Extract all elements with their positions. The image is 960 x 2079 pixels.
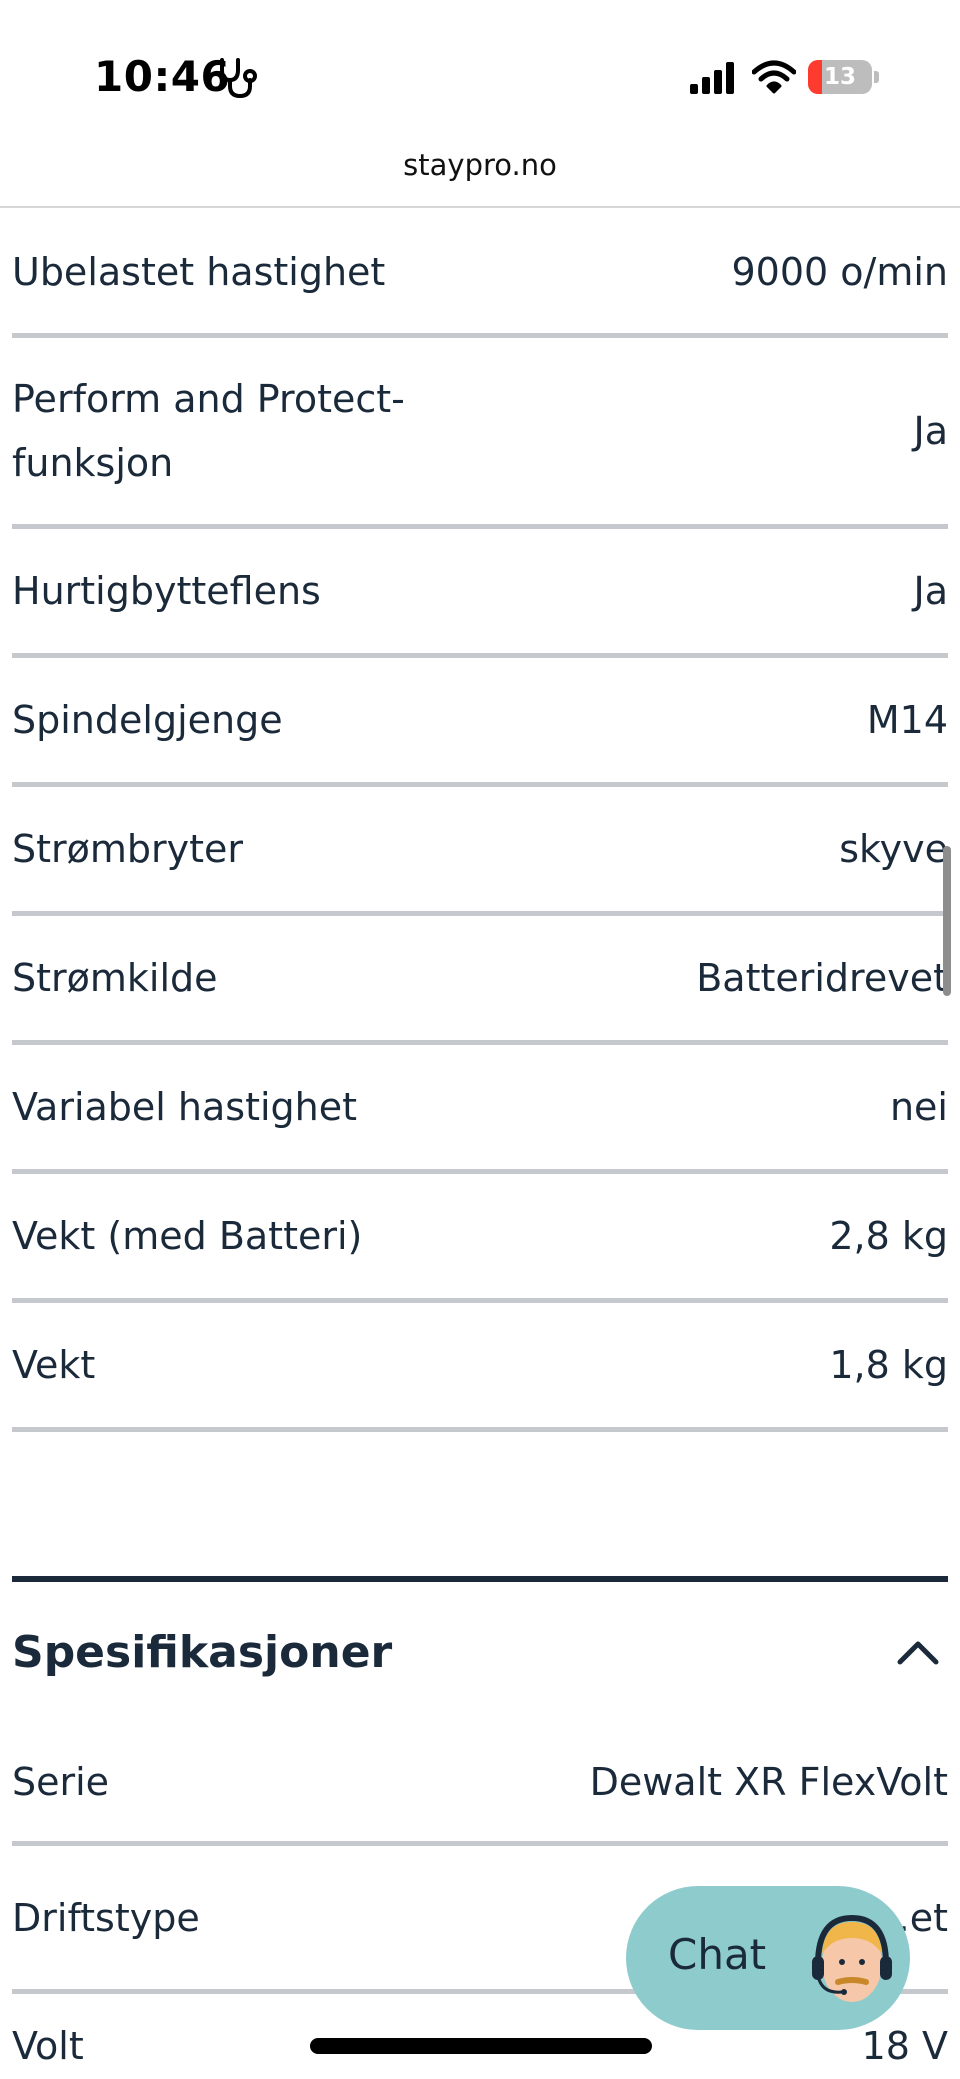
spec-label: Serie — [12, 1759, 110, 1804]
url-text: staypro.no — [403, 148, 557, 182]
spec-label: Hurtigbytteflens — [12, 569, 321, 613]
spec-label: Ubelastet hastighet — [12, 249, 386, 294]
spec-row: Variabel hastighet nei — [12, 1045, 948, 1174]
url-bar[interactable]: staypro.no — [0, 140, 960, 208]
spec-row: Hurtigbytteflens Ja — [12, 529, 948, 658]
page: 10:46 13 staypro.no Ubelastet hastighet … — [0, 0, 960, 2079]
spec-table: Ubelastet hastighet 9000 o/min Perform a… — [12, 210, 948, 1432]
cellular-signal-icon — [690, 62, 734, 94]
spec-value: 18 V — [861, 2024, 948, 2068]
wifi-icon — [752, 60, 796, 94]
spec-label: Vekt (med Batteri) — [12, 1214, 363, 1258]
spec-label: Volt — [12, 2024, 84, 2068]
spec-row: Vekt (med Batteri) 2,8 kg — [12, 1174, 948, 1303]
spec-label: Variabel hastighet — [12, 1085, 358, 1129]
spec-value: nei — [889, 1085, 948, 1129]
collapse-button[interactable] — [888, 1622, 948, 1682]
spec-value: Batteridrevet — [696, 956, 948, 1000]
spec-label: Driftstype — [12, 1895, 200, 1940]
spec-value: Ja — [913, 409, 949, 453]
status-time: 10:46 — [94, 52, 231, 101]
spec-row: Strømkilde Batteridrevet — [12, 916, 948, 1045]
spec-row: Strømbryter skyve — [12, 787, 948, 916]
section-title: Spesifikasjoner — [12, 1626, 393, 1678]
spec-value: 1,8 kg — [829, 1343, 948, 1387]
spec-label: Strømbryter — [12, 827, 244, 871]
spec-value: Ja — [913, 569, 949, 613]
chat-label: Chat — [668, 1930, 767, 1979]
section-header[interactable]: Spesifikasjoner — [12, 1582, 948, 1722]
spec-label: Strømkilde — [12, 956, 218, 1000]
battery-level: 13 — [823, 64, 856, 90]
spec-row: Vekt 1,8 kg — [12, 1303, 948, 1432]
spec-row: Ubelastet hastighet 9000 o/min — [12, 210, 948, 338]
support-agent-avatar-icon — [812, 1914, 892, 2002]
status-bar: 10:46 13 — [0, 0, 960, 140]
spec-row: Perform and Protect-funksjon Ja — [12, 338, 948, 529]
stethoscope-icon — [220, 58, 257, 99]
chat-button[interactable]: Chat — [626, 1886, 910, 2030]
spec-label: Perform and Protect-funksjon — [12, 377, 405, 485]
chevron-up-icon — [897, 1641, 939, 1665]
spec-label: Spindelgjenge — [12, 698, 283, 742]
scrollbar-thumb[interactable] — [943, 846, 951, 996]
spec-value: M14 — [866, 698, 948, 742]
spec-value: 9000 o/min — [731, 249, 949, 294]
spec-row: Spindelgjenge M14 — [12, 658, 948, 787]
battery-icon: 13 — [808, 60, 879, 94]
spec-label: Vekt — [12, 1343, 96, 1387]
spec-value: skyve — [839, 827, 948, 871]
home-indicator — [310, 2038, 652, 2054]
spec-value: 2,8 kg — [829, 1214, 948, 1258]
spec-value: Dewalt XR FlexVolt — [589, 1759, 948, 1804]
spec-row: Serie Dewalt XR FlexVolt — [12, 1722, 948, 1846]
